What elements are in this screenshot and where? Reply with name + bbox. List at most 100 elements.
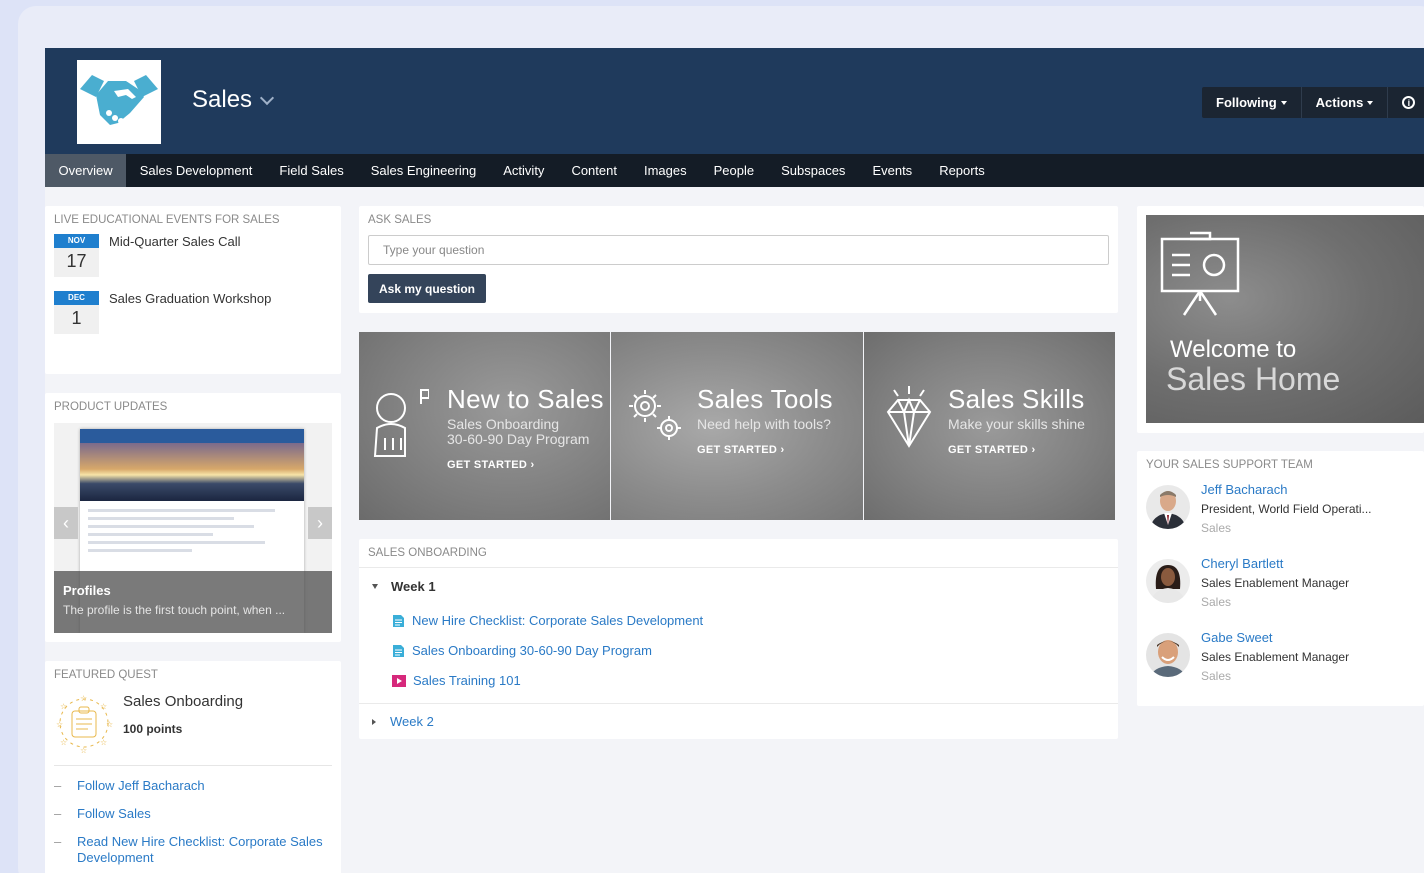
svg-text:☆: ☆ [60, 738, 67, 747]
quest-task-link[interactable]: Read New Hire Checklist: Corporate Sales… [77, 834, 332, 866]
svg-text:☆: ☆ [60, 702, 67, 711]
tab-field-sales[interactable]: Field Sales [266, 154, 357, 187]
product-updates-widget: PRODUCT UPDATES ‹ › Profiles The profile… [45, 393, 341, 642]
quest-task-list: – Follow Jeff Bacharach – Follow Sales – Re… [54, 778, 332, 866]
video-icon [392, 674, 406, 687]
tab-content[interactable]: Content [558, 154, 631, 187]
tile-get-started-link[interactable]: GET STARTED › [948, 444, 1085, 456]
support-team-widget: YOUR SALES SUPPORT TEAM Jeff Bacharach P… [1137, 451, 1424, 706]
presentation-board-icon [1160, 231, 1240, 316]
tile-title: Sales Skills [948, 384, 1085, 414]
widget-title: ASK SALES [368, 214, 432, 226]
week-1-toggle[interactable]: Week 1 [359, 579, 436, 594]
member-group: Sales [1201, 669, 1232, 683]
document-icon [393, 644, 404, 657]
doc-label: Sales Training 101 [413, 673, 521, 688]
doc-label: Sales Onboarding 30-60-90 Day Program [412, 643, 652, 658]
event-day: 17 [66, 251, 87, 271]
info-icon: i [1402, 96, 1416, 109]
widget-title: PRODUCT UPDATES [54, 401, 168, 413]
quest-header: ☆ ☆ ☆ ☆ ☆ ☆ ☆ ☆ Sales Onboarding 100 points [54, 693, 332, 766]
tile-sales-tools[interactable]: Sales Tools Need help with tools? GET ST… [611, 332, 863, 520]
tab-sales-development[interactable]: Sales Development [126, 154, 266, 187]
question-input[interactable] [368, 235, 1109, 265]
tile-subtitle: Make your skills shine [948, 416, 1085, 432]
space-banner: Sales Following Actions i [45, 48, 1424, 154]
tab-reports[interactable]: Reports [926, 154, 999, 187]
tab-overview[interactable]: Overview [45, 154, 127, 187]
tile-subtitle: 30-60-90 Day Program [447, 431, 590, 447]
member-name[interactable]: Jeff Bacharach [1201, 482, 1372, 497]
following-label: Following [1216, 95, 1277, 110]
tile-get-started-link[interactable]: GET STARTED › [447, 459, 604, 471]
avatar [1146, 559, 1190, 603]
week-label: Week 2 [390, 714, 434, 729]
tile-title: Sales Tools [697, 384, 833, 414]
event-day: 1 [71, 308, 82, 328]
event-name: Mid-Quarter Sales Call [109, 234, 241, 249]
tab-sales-engineering[interactable]: Sales Engineering [357, 154, 490, 187]
tile-get-started-link[interactable]: GET STARTED › [697, 444, 833, 456]
carousel-caption: Profiles The profile is the first touch … [54, 571, 332, 633]
quest-points: 100 points [123, 722, 183, 736]
tab-events[interactable]: Events [859, 154, 926, 187]
ask-question-button[interactable]: Ask my question [368, 274, 486, 303]
actions-label: Actions [1315, 95, 1364, 110]
svg-text:☆: ☆ [56, 720, 63, 729]
tab-people[interactable]: People [700, 154, 767, 187]
team-member[interactable]: Gabe Sweet Sales Enablement Manager Sale… [1146, 630, 1349, 683]
welcome-line-2: Sales Home [1166, 361, 1341, 397]
week-2-toggle[interactable]: Week 2 [359, 714, 434, 729]
svg-text:☆: ☆ [100, 738, 107, 747]
quest-task-link[interactable]: Follow Sales [77, 806, 151, 822]
welcome-line-1: Welcome to [1170, 336, 1297, 363]
event-month: DEC [54, 291, 99, 305]
event-month: NOV [54, 234, 99, 248]
onboarding-video-link[interactable]: Sales Training 101 [392, 673, 521, 688]
svg-text:☆: ☆ [80, 694, 87, 703]
onboarding-doc-link[interactable]: Sales Onboarding 30-60-90 Day Program [392, 643, 652, 658]
svg-text:☆: ☆ [106, 720, 113, 729]
tile-sales-skills[interactable]: Sales Skills Make your skills shine GET … [864, 332, 1115, 520]
chevron-down-icon [259, 90, 275, 106]
ask-widget: ASK SALES Ask my question [359, 206, 1118, 313]
date-badge: NOV 17 [54, 234, 99, 277]
person-flag-icon [373, 389, 429, 457]
following-button[interactable]: Following [1202, 87, 1302, 118]
widget-title: SALES ONBOARDING [368, 547, 487, 559]
carousel-next-button[interactable]: › [308, 507, 332, 539]
widget-title: LIVE EDUCATIONAL EVENTS FOR SALES [54, 214, 280, 226]
tab-activity[interactable]: Activity [490, 154, 558, 187]
member-name[interactable]: Cheryl Bartlett [1201, 556, 1349, 571]
team-member[interactable]: Jeff Bacharach President, World Field Op… [1146, 482, 1372, 535]
caption-text: The profile is the first touch point, wh… [63, 603, 286, 617]
member-name[interactable]: Gabe Sweet [1201, 630, 1349, 645]
quest-task: – Read New Hire Checklist: Corporate Sale… [54, 834, 332, 866]
featured-quest-widget: FEATURED QUEST ☆ ☆ ☆ ☆ ☆ ☆ ☆ ☆ Sales Onb… [45, 661, 341, 873]
welcome-banner: Welcome to Sales Home [1146, 215, 1424, 423]
tile-title: New to Sales [447, 384, 604, 414]
tab-subspaces[interactable]: Subspaces [768, 154, 859, 187]
event-item[interactable]: NOV 17 Mid-Quarter Sales Call [54, 234, 332, 277]
quest-badge-icon: ☆ ☆ ☆ ☆ ☆ ☆ ☆ ☆ [54, 693, 114, 755]
gears-icon [629, 390, 681, 440]
svg-text:☆: ☆ [80, 746, 87, 753]
tile-subtitle: Need help with tools? [697, 416, 831, 432]
onboarding-doc-link[interactable]: New Hire Checklist: Corporate Sales Deve… [392, 613, 703, 628]
tile-new-to-sales[interactable]: New to Sales Sales Onboarding 30-60-90 D… [359, 332, 610, 520]
event-item[interactable]: DEC 1 Sales Graduation Workshop [54, 291, 332, 334]
space-title[interactable]: Sales [192, 86, 275, 114]
handshake-icon [80, 75, 158, 125]
quest-task-link[interactable]: Follow Jeff Bacharach [77, 778, 205, 794]
updates-carousel[interactable]: ‹ › Profiles The profile is the first to… [54, 423, 332, 633]
member-title: Sales Enablement Manager [1201, 650, 1350, 664]
member-title: Sales Enablement Manager [1201, 576, 1350, 590]
actions-button[interactable]: Actions [1302, 87, 1389, 118]
event-name: Sales Graduation Workshop [109, 291, 272, 306]
tab-images[interactable]: Images [630, 154, 700, 187]
widget-title: FEATURED QUEST [54, 669, 158, 681]
team-member[interactable]: Cheryl Bartlett Sales Enablement Manager… [1146, 556, 1349, 609]
widget-title: YOUR SALES SUPPORT TEAM [1146, 459, 1313, 471]
carousel-prev-button[interactable]: ‹ [54, 507, 78, 539]
info-button[interactable]: i [1388, 87, 1424, 118]
